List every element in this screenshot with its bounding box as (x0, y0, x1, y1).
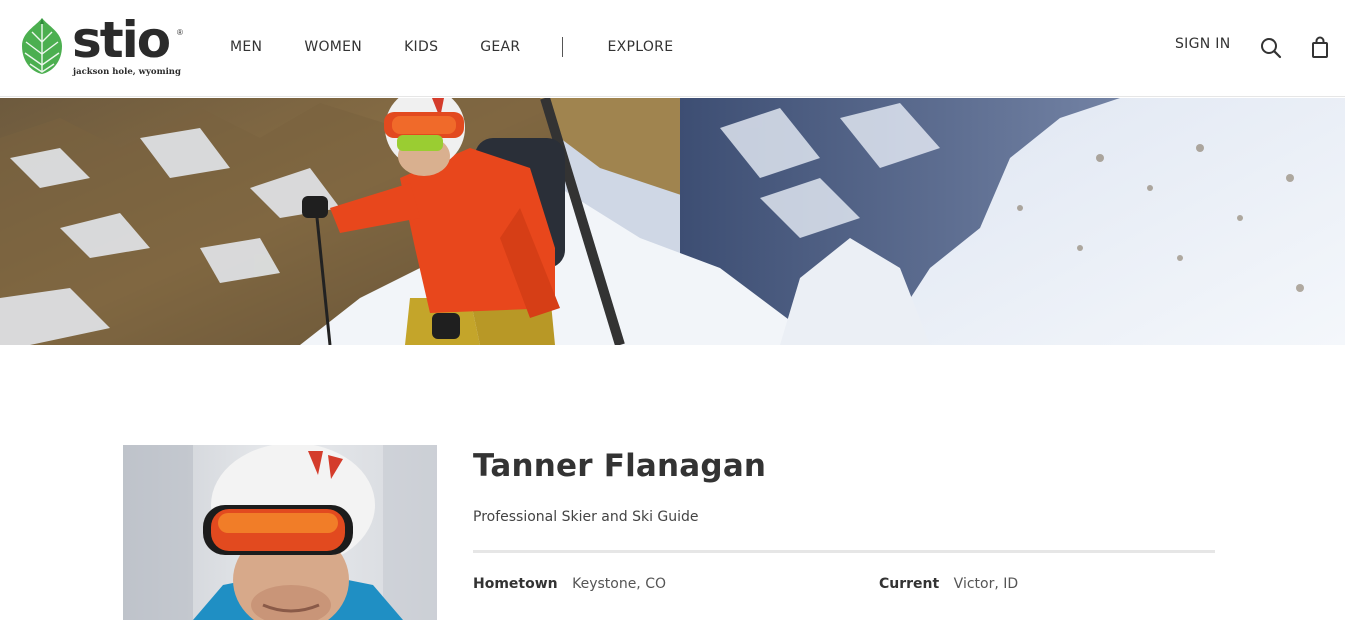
pinecone-logo-icon (22, 18, 62, 74)
logo-wordmark: stio (72, 11, 171, 69)
nav-item-women[interactable]: WOMEN (304, 38, 362, 56)
main-nav: MEN WOMEN KIDS GEAR EXPLORE (230, 37, 715, 57)
nav-item-men[interactable]: MEN (230, 38, 262, 56)
nav-item-kids[interactable]: KIDS (404, 38, 438, 56)
nav-item-gear[interactable]: GEAR (480, 38, 520, 56)
profile-title: Professional Skier and Ski Guide (473, 509, 699, 525)
profile-portrait-image (123, 445, 437, 620)
sign-in-link[interactable]: SIGN IN (1175, 36, 1231, 52)
hero-banner-image (0, 98, 1345, 345)
shopping-bag-icon (1312, 36, 1328, 58)
logo-tagline: jackson hole, wyoming (73, 67, 181, 77)
search-icon (1261, 38, 1282, 59)
nav-divider (562, 37, 564, 57)
site-header: stio ® jackson hole, wyoming MEN WOMEN K… (0, 0, 1345, 97)
stio-logo[interactable]: stio ® jackson hole, wyoming (18, 12, 184, 80)
search-button[interactable] (1259, 36, 1283, 60)
profile-name: Tanner Flanagan (473, 448, 767, 484)
fact-current: Current Victor, ID (879, 576, 1018, 592)
logo-registered-mark: ® (177, 28, 183, 37)
current-value: Victor, ID (953, 576, 1019, 592)
profile-divider (473, 550, 1215, 553)
profile-photo (123, 445, 437, 620)
current-label: Current (879, 576, 940, 592)
hometown-value: Keystone, CO (572, 576, 667, 592)
fact-hometown: Hometown Keystone, CO (473, 576, 666, 592)
hometown-label: Hometown (473, 576, 558, 592)
nav-item-explore[interactable]: EXPLORE (607, 38, 673, 56)
shopping-bag-button[interactable] (1308, 35, 1332, 59)
hero-skier-illustration (0, 98, 1345, 345)
profile-facts: Hometown Keystone, CO Current Victor, ID (473, 576, 1215, 596)
